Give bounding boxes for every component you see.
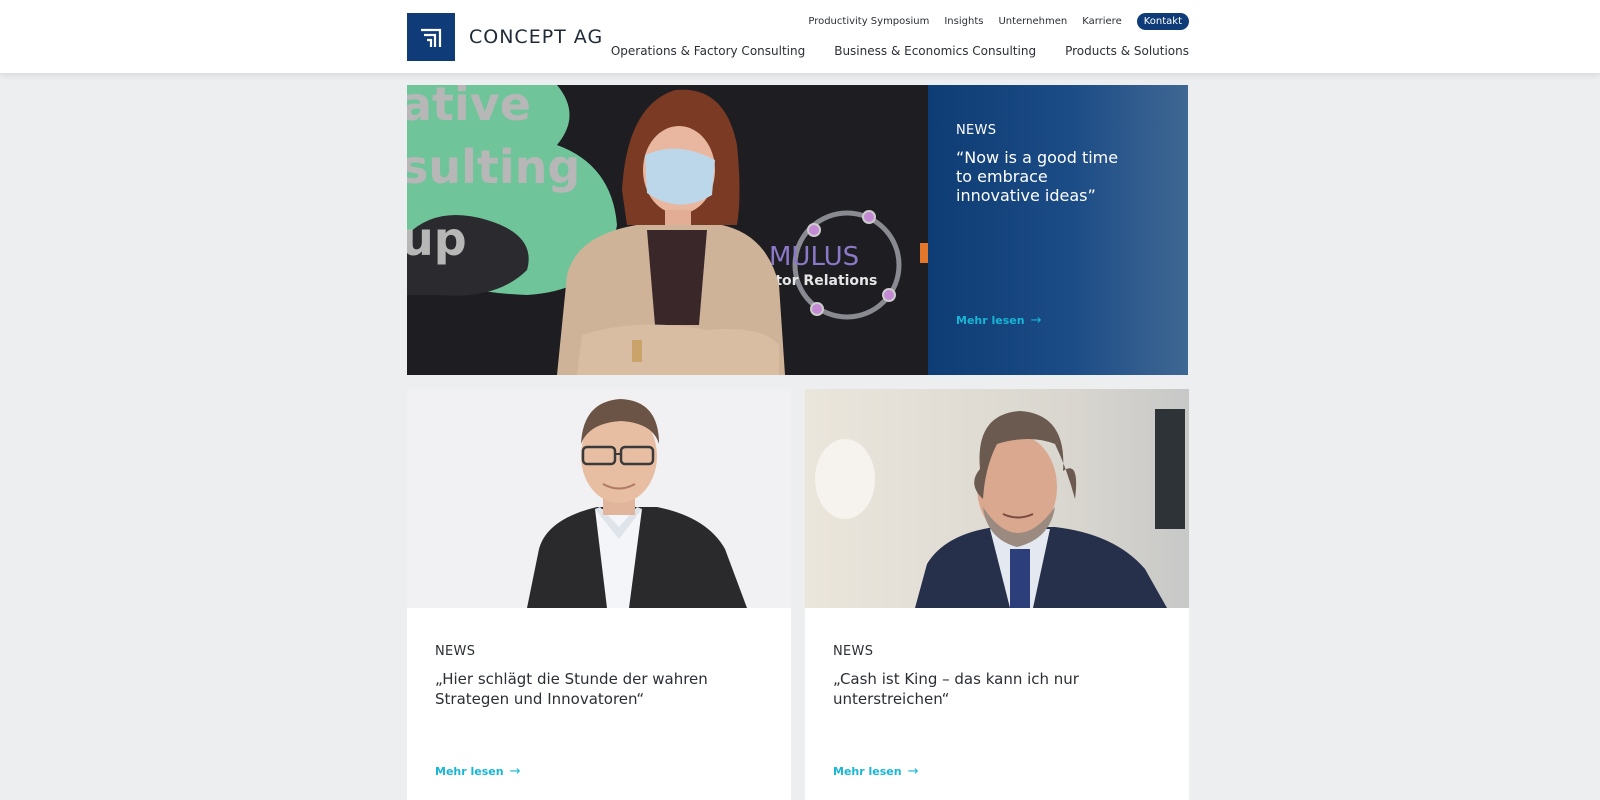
card-1-title: „Hier schlägt die Stunde der wahren Stra… bbox=[435, 670, 708, 708]
logo[interactable]: CONCEPT AG bbox=[407, 13, 603, 61]
hero-photo: ative sulting up MULUS stor Relations bbox=[407, 85, 928, 375]
arrow-right-icon: → bbox=[907, 764, 919, 779]
nav-products-solutions[interactable]: Products & Solutions bbox=[1065, 44, 1189, 58]
card-1-kicker: NEWS bbox=[435, 644, 476, 659]
hero-title: “Now is a good time to embrace innovativ… bbox=[956, 148, 1119, 205]
nav-unternehmen[interactable]: Unternehmen bbox=[998, 16, 1067, 27]
hero-kicker: NEWS bbox=[956, 123, 997, 138]
arrow-right-icon: → bbox=[1030, 313, 1042, 328]
card-2-kicker: NEWS bbox=[833, 644, 874, 659]
utility-nav: Productivity Symposium Insights Unterneh… bbox=[793, 13, 1189, 30]
main-nav: Operations & Factory Consulting Business… bbox=[582, 44, 1189, 58]
hero-read-more-label: Mehr lesen bbox=[956, 314, 1025, 327]
site-header: CONCEPT AG Productivity Symposium Insigh… bbox=[0, 0, 1600, 73]
nav-karriere[interactable]: Karriere bbox=[1082, 16, 1122, 27]
svg-text:ative: ative bbox=[407, 85, 531, 131]
nav-operations-factory-consulting[interactable]: Operations & Factory Consulting bbox=[611, 44, 805, 58]
svg-text:MULUS: MULUS bbox=[769, 242, 859, 272]
card-1-read-more-label: Mehr lesen bbox=[435, 765, 504, 778]
svg-text:sulting: sulting bbox=[407, 140, 580, 194]
card-1-read-more-link[interactable]: Mehr lesen → bbox=[435, 764, 520, 779]
nav-insights[interactable]: Insights bbox=[944, 16, 983, 27]
news-card-2[interactable]: NEWS „Cash ist King – das kann ich nur u… bbox=[805, 389, 1189, 800]
hero-read-more-link[interactable]: Mehr lesen → bbox=[956, 313, 1041, 328]
news-card-1[interactable]: NEWS „Hier schlägt die Stunde der wahren… bbox=[407, 389, 791, 800]
svg-text:stor Relations: stor Relations bbox=[767, 273, 877, 289]
card-1-body: NEWS „Hier schlägt die Stunde der wahren… bbox=[407, 608, 791, 800]
logo-mark-icon bbox=[407, 13, 455, 61]
card-2-title: „Cash ist King – das kann ich nur unters… bbox=[833, 670, 1079, 708]
card-2-photo bbox=[805, 389, 1189, 608]
card-2-read-more-link[interactable]: Mehr lesen → bbox=[833, 764, 918, 779]
hero-panel: NEWS “Now is a good time to embrace inno… bbox=[928, 85, 1188, 375]
kontakt-button[interactable]: Kontakt bbox=[1136, 13, 1189, 30]
svg-text:up: up bbox=[407, 212, 467, 266]
hero-teaser[interactable]: ative sulting up MULUS stor Relations NE… bbox=[407, 85, 1188, 375]
nav-business-economics-consulting[interactable]: Business & Economics Consulting bbox=[834, 44, 1036, 58]
nav-productivity-symposium[interactable]: Productivity Symposium bbox=[808, 16, 929, 27]
card-2-body: NEWS „Cash ist King – das kann ich nur u… bbox=[805, 608, 1189, 800]
card-2-read-more-label: Mehr lesen bbox=[833, 765, 902, 778]
arrow-right-icon: → bbox=[509, 764, 521, 779]
card-1-photo bbox=[407, 389, 791, 608]
